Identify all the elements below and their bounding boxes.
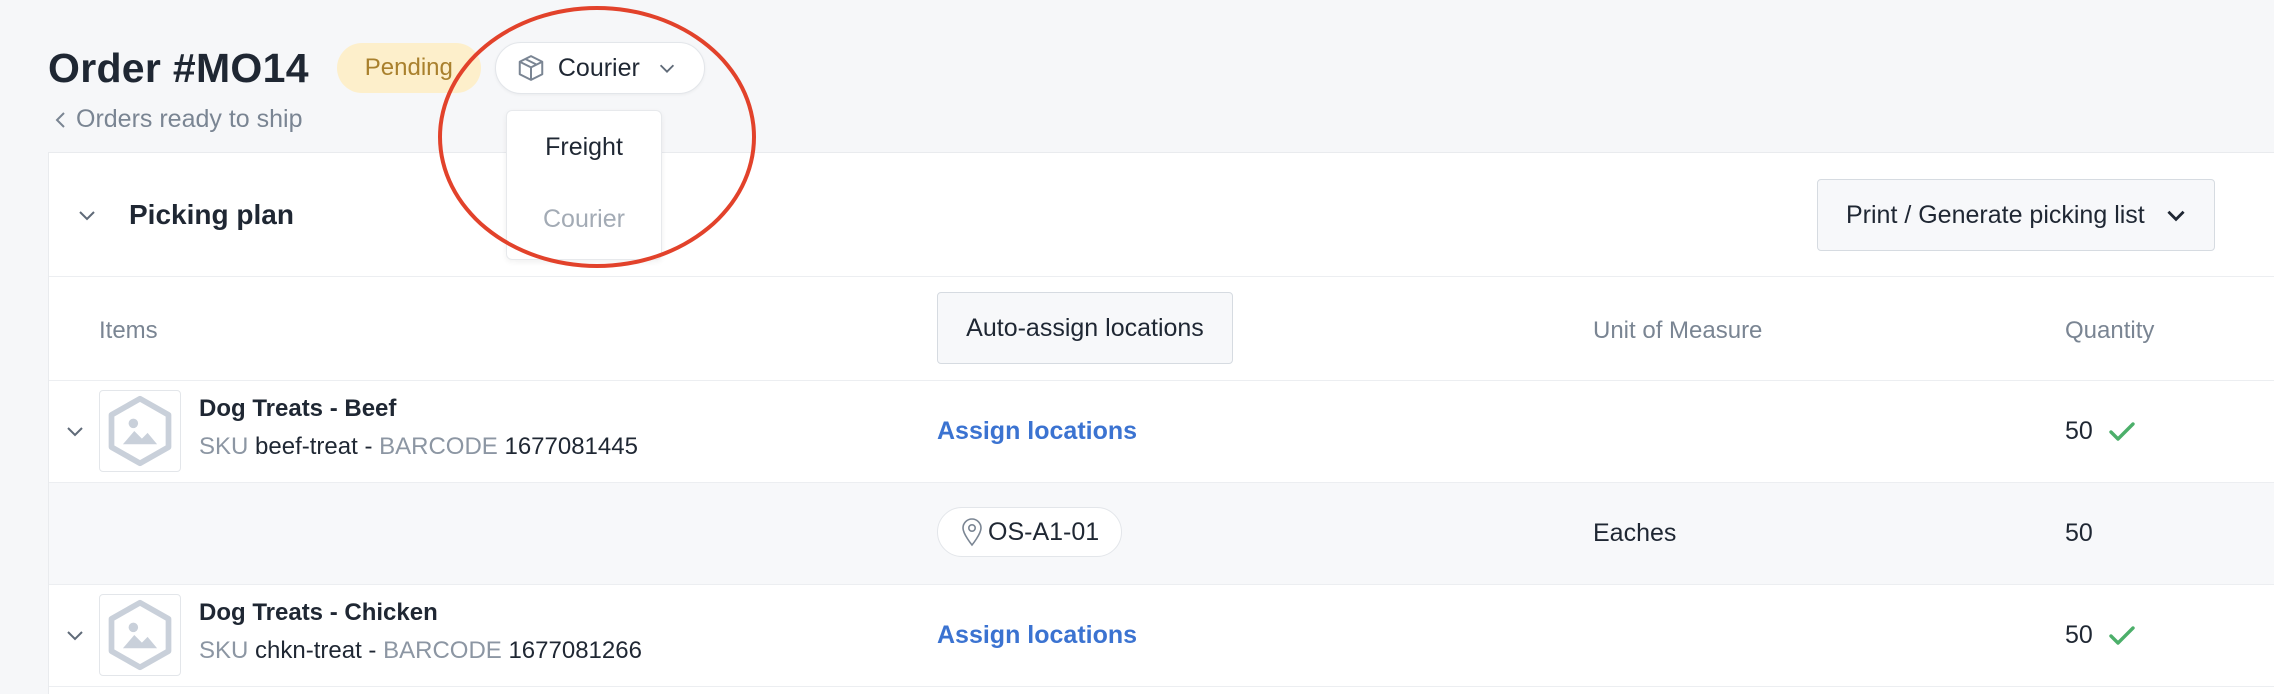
order-header: Order #MO14 Pending Courier [48, 38, 705, 98]
unit-of-measure: Eaches [1593, 519, 1677, 547]
check-icon [2107, 419, 2137, 445]
chevron-down-icon[interactable] [63, 419, 87, 443]
assign-locations-link[interactable]: Assign locations [937, 417, 1137, 446]
column-header-items: Items [99, 317, 158, 344]
product-image-placeholder [99, 594, 181, 676]
location-quantity: 50 [2065, 519, 2093, 547]
product-meta: SKU beef-treat - BARCODE 1677081445 [199, 433, 638, 460]
column-header-quantity: Quantity [2065, 317, 2155, 344]
shipping-method-select[interactable]: Courier [494, 42, 705, 94]
dropdown-option-courier[interactable]: Courier [507, 205, 661, 234]
picking-plan-card: Picking plan Print / Generate picking li… [48, 152, 2274, 694]
product-name: Dog Treats - Beef [199, 395, 397, 422]
check-icon [2107, 623, 2137, 649]
page-title: Order #MO14 [48, 44, 309, 91]
status-badge: Pending [336, 43, 481, 93]
product-name: Dog Treats - Chicken [199, 599, 438, 626]
shipping-method-value: Courier [557, 53, 640, 82]
chevron-left-icon [52, 109, 70, 131]
chevron-down-icon [656, 57, 678, 79]
dropdown-option-freight[interactable]: Freight [507, 133, 661, 162]
table-row: Dog Treats - Beef SKU beef-treat - BARCO… [49, 381, 2274, 483]
location-row: OS-A1-01 Eaches 50 [49, 483, 2274, 585]
table-row: Dog Treats - Chicken SKU chkn-treat - BA… [49, 585, 2274, 687]
quantity-cell: 50 [2065, 621, 2137, 650]
map-pin-icon [960, 517, 984, 547]
chevron-down-icon[interactable] [63, 623, 87, 647]
section-title: Picking plan [129, 199, 294, 230]
package-icon [516, 53, 546, 83]
image-placeholder-icon [108, 599, 172, 671]
image-placeholder-icon [108, 395, 172, 467]
picking-plan-header: Picking plan Print / Generate picking li… [49, 153, 2274, 277]
location-pill[interactable]: OS-A1-01 [937, 507, 1123, 557]
auto-assign-locations-button[interactable]: Auto-assign locations [937, 292, 1233, 364]
breadcrumb-link[interactable]: Orders ready to ship [76, 105, 303, 134]
shipping-method-dropdown: Freight Courier [506, 110, 662, 260]
column-header-uom: Unit of Measure [1593, 317, 1763, 344]
chevron-down-icon [2163, 202, 2189, 228]
breadcrumb[interactable]: Orders ready to ship [52, 105, 303, 134]
chevron-down-icon[interactable] [75, 203, 99, 227]
product-image-placeholder [99, 390, 181, 472]
print-button-label: Print / Generate picking list [1846, 200, 2145, 229]
table-header: Items Auto-assign locations Unit of Meas… [49, 277, 2274, 381]
product-meta: SKU chkn-treat - BARCODE 1677081266 [199, 637, 642, 664]
quantity-cell: 50 [2065, 417, 2137, 446]
assign-locations-link[interactable]: Assign locations [937, 621, 1137, 650]
print-picking-list-button[interactable]: Print / Generate picking list [1817, 179, 2215, 251]
location-code: OS-A1-01 [988, 517, 1100, 546]
